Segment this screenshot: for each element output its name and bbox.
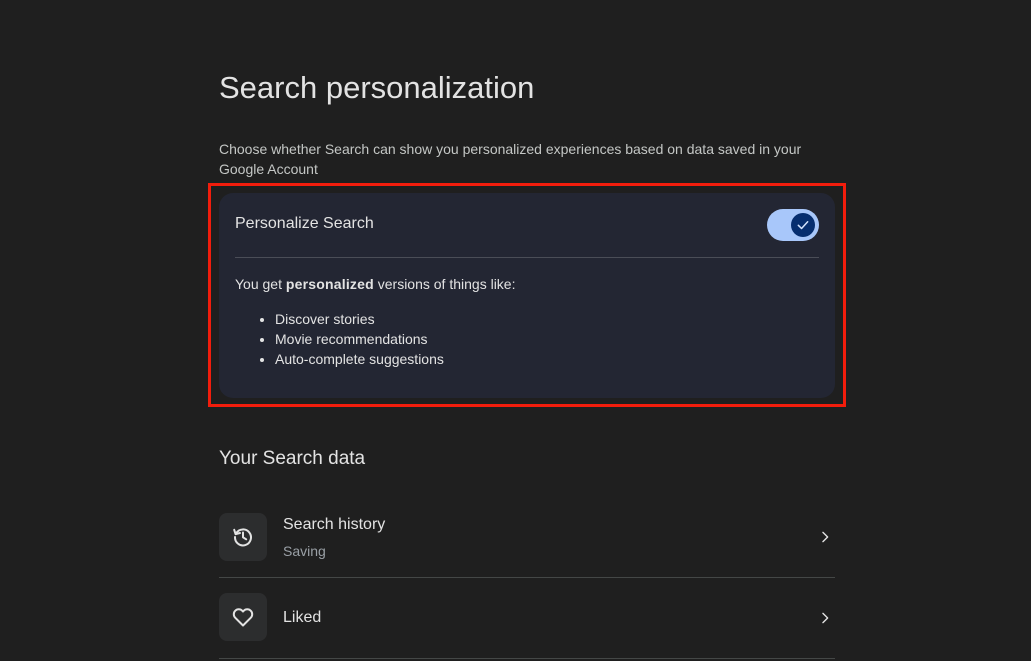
highlight-annotation <box>208 183 846 407</box>
search-history-row[interactable]: Search history Saving <box>219 497 835 577</box>
heart-icon <box>232 608 254 627</box>
search-history-label: Search history <box>283 516 386 533</box>
heart-icon-box <box>219 593 267 641</box>
row-divider <box>219 658 835 659</box>
chevron-right-icon <box>815 527 835 547</box>
page-description: Choose whether Search can show you perso… <box>219 141 802 177</box>
search-history-status: Saving <box>283 543 326 559</box>
liked-label: Liked <box>283 609 322 626</box>
page: Search personalization Choose whether Se… <box>0 0 1031 661</box>
chevron-right-icon <box>815 608 835 628</box>
liked-row[interactable]: Liked <box>219 578 835 658</box>
page-title: Search personalization <box>219 70 535 105</box>
history-icon-box <box>219 513 267 561</box>
section-title: Your Search data <box>219 448 366 469</box>
history-icon <box>233 528 252 547</box>
